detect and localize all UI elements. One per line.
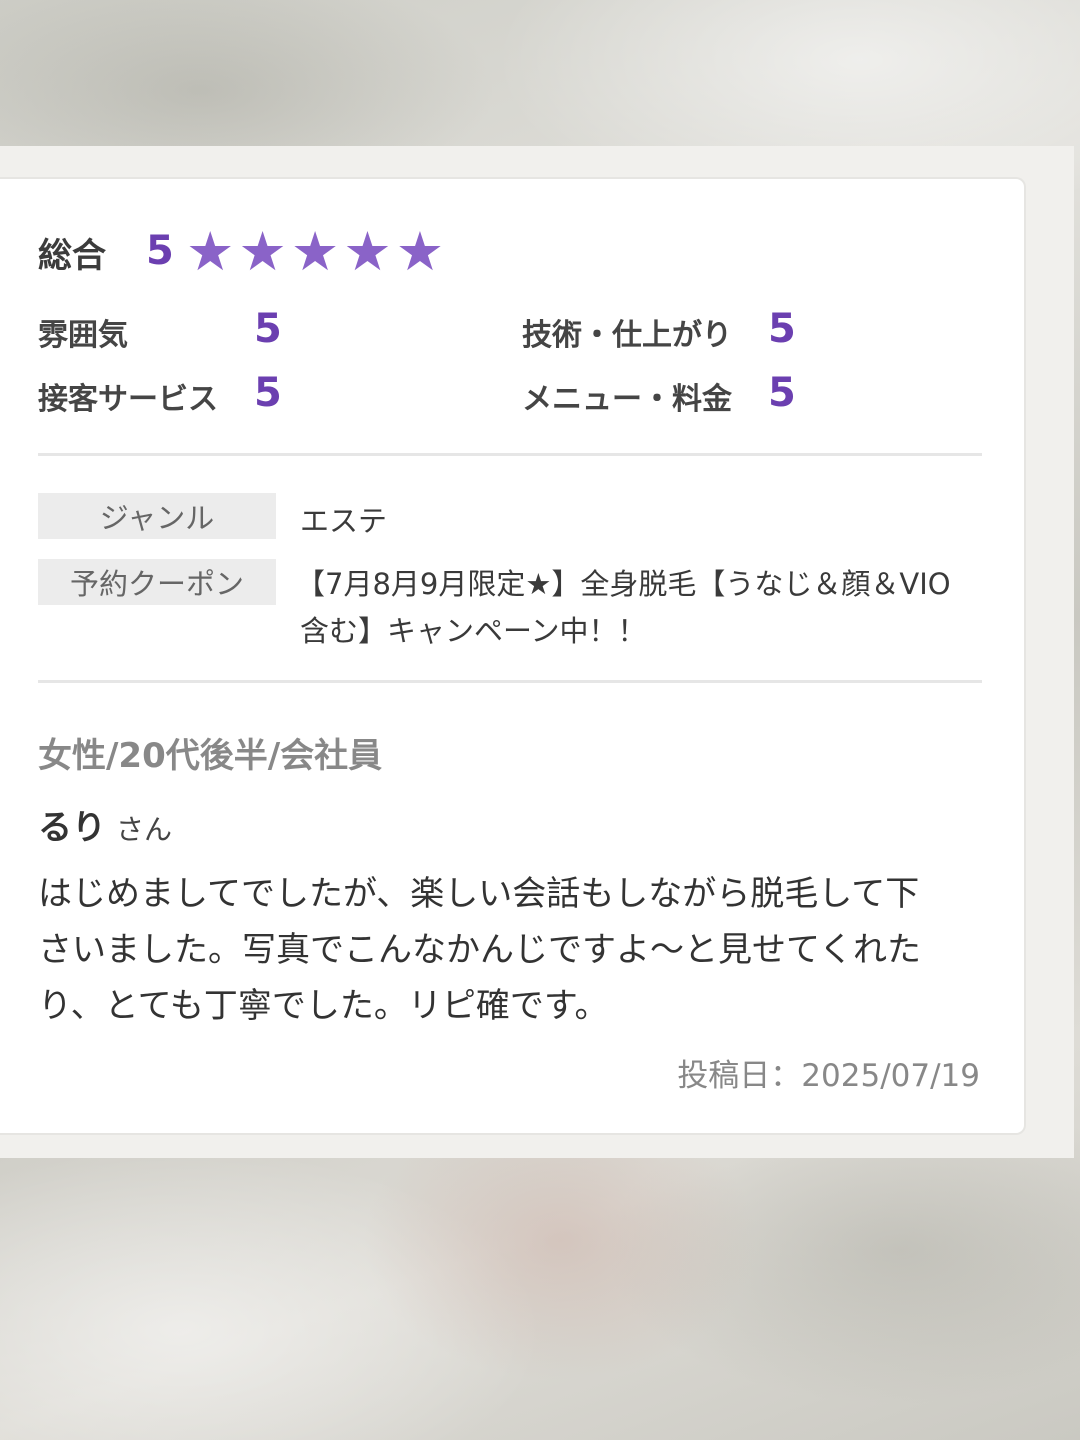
category-score-service: 5 xyxy=(254,370,282,416)
genre-tag: ジャンル xyxy=(38,493,276,539)
divider xyxy=(38,680,982,683)
star-icon: ★ xyxy=(186,220,235,283)
star-icon: ★ xyxy=(290,220,340,283)
category-label-service: 接客サービス xyxy=(38,382,218,417)
post-date: 投稿日：2025/07/19 xyxy=(677,1058,980,1094)
comment-line: さいました。写真でこんなかんじですよ〜と見せてくれた xyxy=(38,930,921,970)
coupon-tag: 予約クーポン xyxy=(38,559,276,605)
coupon-link-line-2[interactable]: 含む】キャンペーン中！！ xyxy=(300,608,647,650)
star-icon: ★ xyxy=(395,220,445,283)
category-score-menu-price: 5 xyxy=(768,370,796,416)
review-comment: はじめましてでしたが、楽しい会話もしながら脱毛して下 さいました。写真でこんなか… xyxy=(38,866,978,1034)
reviewer-suffix: さん xyxy=(116,813,173,846)
reviewer-profile: 女性/20代後半/会社員 xyxy=(38,736,383,776)
comment-line: り、とても丁寧でした。リピ確です。 xyxy=(38,986,609,1026)
divider xyxy=(38,453,982,456)
star-icon: ★ xyxy=(343,220,392,283)
category-score-technique: 5 xyxy=(768,306,796,352)
star-rating: ★ ★ ★ ★ ★ xyxy=(186,224,444,280)
category-label-menu-price: メニュー・料金 xyxy=(522,382,732,417)
reviewer-name: るり xyxy=(38,808,106,848)
genre-value: エステ xyxy=(300,504,388,538)
category-score-atmosphere: 5 xyxy=(254,306,282,352)
total-rating-score: 5 xyxy=(146,228,174,274)
category-label-technique: 技術・仕上がり xyxy=(522,318,732,353)
coupon-link-line-1[interactable]: 【7月8月9月限定★】全身脱毛【うなじ＆顔＆VIO xyxy=(296,561,951,603)
total-rating-label: 総合 xyxy=(38,236,106,276)
category-label-atmosphere: 雰囲気 xyxy=(38,318,128,353)
reviewer: るり さん xyxy=(38,800,172,849)
comment-line: はじめましてでしたが、楽しい会話もしながら脱毛して下 xyxy=(38,874,920,914)
star-icon: ★ xyxy=(238,220,287,283)
